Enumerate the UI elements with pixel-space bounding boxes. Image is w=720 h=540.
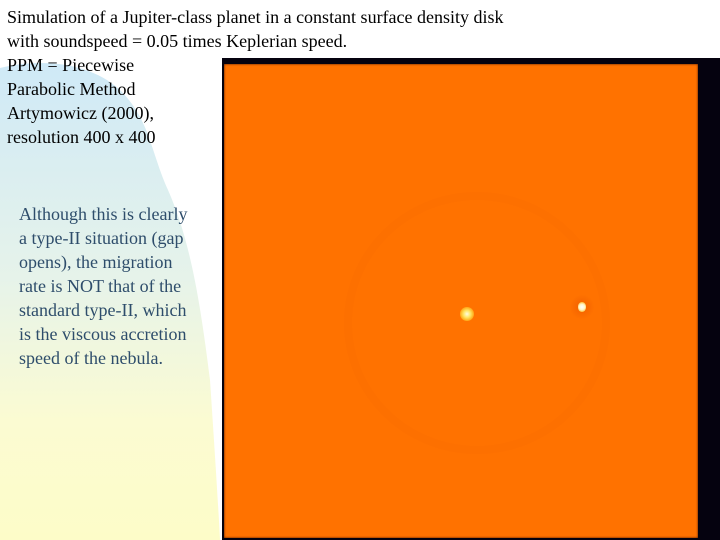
body-line: a type-II situation (gap [19, 228, 184, 248]
body-line: is the viscous accretion [19, 324, 187, 344]
body-line: speed of the nebula. [19, 348, 163, 368]
body-paragraph: Although this is clearly a type-II situa… [19, 202, 219, 370]
slide: Simulation of a Jupiter-class planet in … [0, 0, 720, 540]
body-line: opens), the migration [19, 252, 173, 272]
body-line: rate is NOT that of the [19, 276, 182, 296]
central-star [460, 307, 474, 321]
planet [578, 302, 586, 312]
title-line: Simulation of a Jupiter-class planet in … [7, 7, 504, 27]
gap-ring [344, 192, 610, 454]
slide-title: Simulation of a Jupiter-class planet in … [7, 5, 504, 149]
title-line: Parabolic Method [7, 79, 136, 99]
title-line: with soundspeed = 0.05 times Keplerian s… [7, 31, 348, 51]
body-line: standard type-II, which [19, 300, 187, 320]
title-line: PPM = Piecewise [7, 55, 135, 75]
body-line: Although this is clearly [19, 204, 188, 224]
title-line: Artymowicz (2000), [7, 103, 154, 123]
title-line: resolution 400 x 400 [7, 127, 156, 147]
